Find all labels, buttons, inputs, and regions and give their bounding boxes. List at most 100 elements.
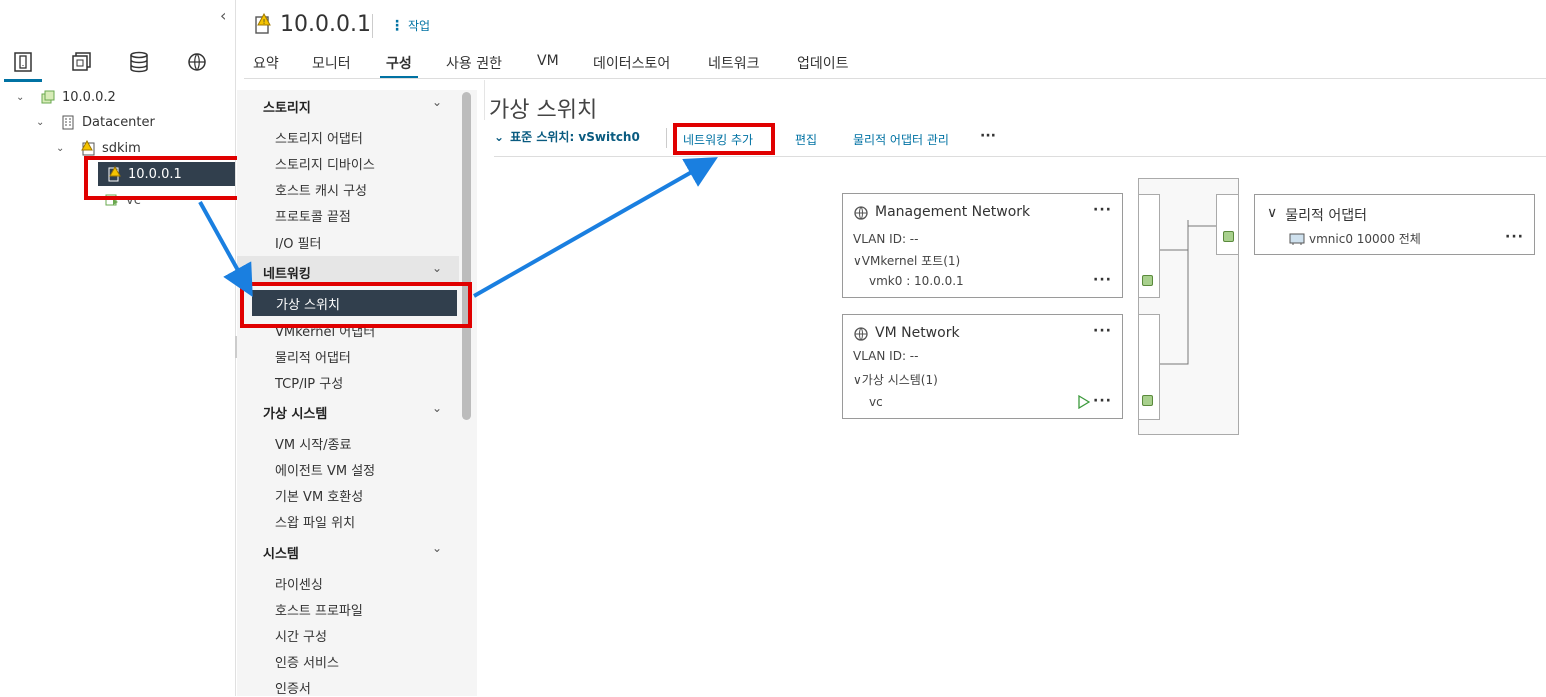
- actions-label: 작업: [408, 19, 431, 33]
- svg-text:!: !: [263, 18, 266, 26]
- vms-toggle[interactable]: ∨가상 시스템(1): [853, 371, 938, 388]
- play-icon: [1078, 395, 1090, 409]
- tab-7[interactable]: 업데이트: [797, 53, 849, 73]
- network-icon: [854, 327, 868, 341]
- port-connector: [1223, 231, 1234, 242]
- more-icon[interactable]: ···: [1093, 202, 1112, 218]
- scrollbar[interactable]: [462, 92, 471, 420]
- tabs-divider: [244, 78, 1546, 79]
- menu-item-storage-4[interactable]: I/O 필터: [275, 233, 322, 252]
- switch-label: 표준 스위치: vSwitch0: [510, 130, 640, 144]
- more-icon[interactable]: ···: [1093, 272, 1112, 288]
- vm-icon: [72, 52, 91, 71]
- menu-item-vms-0[interactable]: VM 시작/종료: [275, 434, 351, 453]
- menu-item-storage-0[interactable]: 스토리지 어댑터: [275, 128, 363, 147]
- vms-templates-tab[interactable]: [68, 48, 94, 76]
- menu-item-system-2[interactable]: 시간 구성: [275, 626, 327, 645]
- tab-5[interactable]: 데이터스토어: [593, 53, 670, 73]
- toolbar-underline: [494, 156, 1546, 157]
- chevron-down-icon[interactable]: ⌄: [432, 401, 442, 415]
- physical-adapters-card[interactable]: ∨ 물리적 어댑터 vmnic0 10000 전체 ···: [1254, 194, 1535, 255]
- vlan-id: VLAN ID: --: [853, 232, 919, 246]
- menu-item-vms-1[interactable]: 에이전트 VM 설정: [275, 460, 375, 479]
- more-actions-button[interactable]: ···: [980, 128, 996, 144]
- switch-wiring: [1160, 220, 1216, 365]
- chevron-down-icon[interactable]: ⌄: [16, 92, 30, 103]
- database-icon: [130, 51, 148, 73]
- nic-icon: [1289, 233, 1305, 245]
- page-title: 10.0.0.1: [280, 12, 371, 37]
- tree-item-vcenter[interactable]: ⌄ 10.0.0.2: [16, 86, 116, 108]
- menu-item-vms-3[interactable]: 스왑 파일 위치: [275, 512, 355, 531]
- port-connector: [1142, 275, 1153, 286]
- portgroup-name: VM Network: [875, 325, 960, 341]
- tree-item-datacenter[interactable]: ⌄ Datacenter: [36, 111, 155, 133]
- tree-label: sdkim: [102, 140, 141, 156]
- toolbar-divider: [666, 128, 667, 148]
- tab-6[interactable]: 네트워크: [708, 53, 760, 73]
- portgroup-vm-network[interactable]: VM Network ··· VLAN ID: -- ∨가상 시스템(1) vc…: [842, 314, 1123, 419]
- tab-2[interactable]: 구성: [380, 53, 418, 79]
- menu-item-system-0[interactable]: 라이센싱: [275, 574, 323, 593]
- section-system[interactable]: 시스템: [263, 543, 299, 562]
- actions-menu[interactable]: ⋮ 작업: [390, 17, 430, 34]
- tab-0[interactable]: 요약: [253, 53, 279, 73]
- vcenter-icon: [41, 90, 55, 104]
- section-networking[interactable]: 네트워킹: [263, 263, 311, 282]
- menu-item-system-3[interactable]: 인증 서비스: [275, 652, 339, 671]
- network-icon: [188, 53, 206, 71]
- chevron-down-icon[interactable]: ⌄: [36, 117, 50, 128]
- network-icon: [854, 206, 868, 220]
- chevron-down-icon: ∨: [853, 254, 862, 268]
- more-icon[interactable]: ···: [1093, 393, 1112, 409]
- chevron-down-icon: ∨: [1267, 205, 1278, 221]
- chevron-down-icon[interactable]: ⌄: [56, 143, 70, 154]
- menu-item-storage-2[interactable]: 호스트 캐시 구성: [275, 180, 367, 199]
- networking-tab[interactable]: [184, 48, 210, 76]
- menu-item-storage-3[interactable]: 프로토콜 끝점: [275, 206, 351, 225]
- menu-item-system-4[interactable]: 인증서: [275, 678, 311, 697]
- cluster-warning-icon: [81, 140, 95, 156]
- hosts-clusters-tab[interactable]: [4, 48, 42, 82]
- physical-nic: vmnic0 10000 전체: [1289, 230, 1421, 247]
- tab-1[interactable]: 모니터: [312, 53, 351, 73]
- chevron-down-icon[interactable]: ⌄: [432, 541, 442, 555]
- collapse-icon[interactable]: ‹: [220, 6, 226, 25]
- portgroup-management[interactable]: Management Network ··· VLAN ID: -- ∨VMke…: [842, 193, 1123, 298]
- switch-header[interactable]: ⌄ 표준 스위치: vSwitch0: [494, 128, 640, 145]
- menu-item-networking-3[interactable]: TCP/IP 구성: [275, 373, 343, 392]
- more-icon[interactable]: ···: [1093, 323, 1112, 339]
- tab-3[interactable]: 사용 권한: [446, 53, 502, 73]
- tree-label: 10.0.0.2: [62, 89, 116, 105]
- menu-item-networking-2[interactable]: 물리적 어댑터: [275, 347, 351, 366]
- section-storage[interactable]: 스토리지: [263, 97, 311, 116]
- vlan-id: VLAN ID: --: [853, 349, 919, 363]
- chevron-down-icon[interactable]: ⌄: [432, 95, 442, 109]
- portgroup-name: Management Network: [875, 204, 1031, 220]
- host-warning-icon: !: [254, 12, 272, 39]
- edit-button[interactable]: 편집: [795, 131, 817, 148]
- tab-4[interactable]: VM: [537, 53, 559, 69]
- vmkernel-ports-toggle[interactable]: ∨VMkernel 포트(1): [853, 252, 960, 269]
- section-vms[interactable]: 가상 시스템: [263, 403, 327, 422]
- datacenter-icon: [62, 115, 74, 130]
- highlight-add-networking: [673, 123, 775, 155]
- menu-item-storage-1[interactable]: 스토리지 디바이스: [275, 154, 375, 173]
- navigator-panel: ‹ ⌄ 10.0.0.2 ⌄ Datacenter ⌄ sdkim 10.0.0…: [0, 0, 238, 696]
- chevron-down-icon[interactable]: ⌄: [432, 261, 442, 275]
- more-icon[interactable]: ···: [1505, 229, 1524, 245]
- menu-item-system-1[interactable]: 호스트 프로파일: [275, 600, 363, 619]
- chevron-down-icon: ⌄: [494, 129, 505, 144]
- highlight-host: [84, 156, 246, 200]
- tree-label: Datacenter: [82, 114, 155, 130]
- vm-entry: vc: [869, 395, 883, 409]
- vertical-dots-icon: ⋮: [390, 17, 404, 34]
- storage-tab[interactable]: [126, 48, 152, 76]
- menu-item-vms-2[interactable]: 기본 VM 호환성: [275, 486, 363, 505]
- highlight-virtual-switch: [240, 282, 472, 328]
- hosts-icon: [14, 52, 32, 72]
- physical-adapters-toggle[interactable]: ∨ 물리적 어댑터: [1267, 205, 1367, 225]
- manage-physical-adapters-button[interactable]: 물리적 어댑터 관리: [853, 131, 949, 148]
- vmkernel-port: vmk0 : 10.0.0.1: [869, 274, 964, 288]
- chevron-down-icon: ∨: [853, 373, 862, 387]
